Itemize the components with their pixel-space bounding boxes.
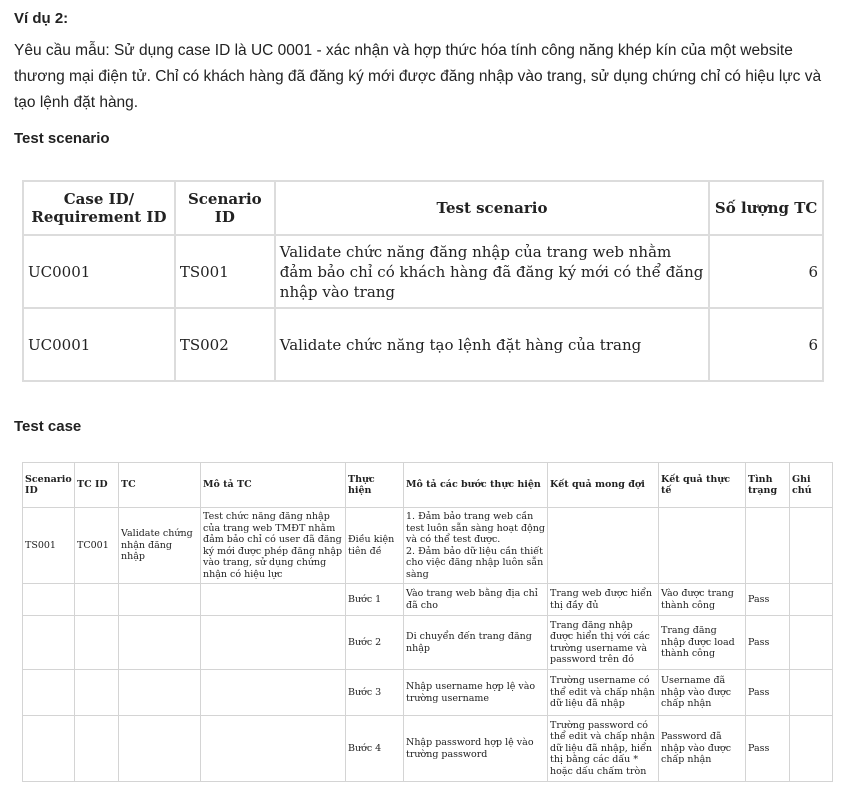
test-case-table: Scenario ID TC ID TC Mô tả TC Thực hiện … <box>22 462 833 782</box>
cell-notes <box>789 669 833 716</box>
table-row: TS001 TC001 Validate chứng nhận đăng nhập T… <box>22 507 833 584</box>
cell-tc-count: 6 <box>708 307 824 382</box>
cell-execution: Điều kiện tiên đề <box>345 507 404 584</box>
cell-scenario-id <box>22 583 75 616</box>
table-row: Bước 1 Vào trang web bằng địa chỉ đã cho T… <box>22 583 833 616</box>
col-step-description: Mô tả các bước thực hiện <box>403 462 548 508</box>
cell-expected-result: Trang đăng nhập được hiển thị với các tr… <box>547 615 659 670</box>
cell-scenario-id: TS001 <box>22 507 75 584</box>
cell-step-description: Vào trang web bằng địa chỉ đã cho <box>403 583 548 616</box>
cell-actual-result: Vào được trang thành công <box>658 583 746 616</box>
cell-tc <box>118 669 201 716</box>
col-status: Tình trạng <box>745 462 790 508</box>
cell-case-id: UC0001 <box>22 234 176 309</box>
col-actual-result: Kết quả thực tế <box>658 462 746 508</box>
col-tc: TC <box>118 462 201 508</box>
col-expected-result: Kết quả mong đợi <box>547 462 659 508</box>
example-heading: Ví dụ 2: <box>14 10 69 27</box>
table-row: Bước 3 Nhập username hợp lệ vào trường us… <box>22 669 833 716</box>
cell-execution: Bước 3 <box>345 669 404 716</box>
intro-paragraph: Yêu cầu mẫu: Sử dụng case ID là UC 0001 … <box>14 42 822 111</box>
cell-actual-result: Password đã nhập vào được chấp nhận <box>658 715 746 782</box>
cell-scenario-id <box>22 715 75 782</box>
cell-notes <box>789 583 833 616</box>
cell-tc-count: 6 <box>708 234 824 309</box>
cell-tc-id <box>74 583 119 616</box>
cell-execution: Bước 4 <box>345 715 404 782</box>
test-case-header: Scenario ID TC ID TC Mô tả TC Thực hiện … <box>22 462 833 508</box>
cell-notes <box>789 507 833 584</box>
col-case-id: Case ID/ Requirement ID <box>22 180 176 236</box>
cell-actual-result: Username đã nhập vào được chấp nhận <box>658 669 746 716</box>
cell-tc <box>118 615 201 670</box>
scenario-table: Case ID/ Requirement ID Scenario ID Test… <box>22 180 824 382</box>
col-execution: Thực hiện <box>345 462 404 508</box>
scenario-table-header: Case ID/ Requirement ID Scenario ID Test… <box>22 180 824 236</box>
cell-scenario-id: TS002 <box>173 307 276 382</box>
cell-tc <box>118 715 201 782</box>
cell-expected-result <box>547 507 659 584</box>
cell-status: Pass <box>745 669 790 716</box>
cell-status <box>745 507 790 584</box>
col-scenario-id: Scenario ID <box>22 462 75 508</box>
cell-step-description: Nhập password hợp lệ vào trường password <box>403 715 548 782</box>
cell-step-description: Di chuyển đến trang đăng nhập <box>403 615 548 670</box>
table-row: UC0001 TS002 Validate chức năng tạo lệnh… <box>22 307 824 382</box>
col-tc-id: TC ID <box>74 462 119 508</box>
col-tc-count: Số lượng TC <box>708 180 824 236</box>
cell-test-scenario: Validate chức năng đăng nhập của trang w… <box>273 234 711 309</box>
cell-tc <box>118 583 201 616</box>
cell-status: Pass <box>745 615 790 670</box>
cell-status: Pass <box>745 715 790 782</box>
table-row: Bước 2 Di chuyển đến trang đăng nhập Trang… <box>22 615 833 670</box>
cell-execution: Bước 1 <box>345 583 404 616</box>
cell-scenario-id: TS001 <box>173 234 276 309</box>
cell-step-description: 1. Đảm bảo trang web cần test luôn sẵn s… <box>403 507 548 584</box>
cell-tc-id <box>74 669 119 716</box>
cell-tc-id: TC001 <box>74 507 119 584</box>
cell-scenario-id <box>22 669 75 716</box>
cell-expected-result: Trường username có thể edit và chấp nhận… <box>547 669 659 716</box>
cell-tc-description <box>200 583 346 616</box>
col-scenario-id: Scenario ID <box>173 180 276 236</box>
cell-notes <box>789 715 833 782</box>
cell-actual-result <box>658 507 746 584</box>
scenario-heading: Test scenario <box>14 130 110 147</box>
cell-tc: Validate chứng nhận đăng nhập <box>118 507 201 584</box>
col-tc-description: Mô tả TC <box>200 462 346 508</box>
cell-test-scenario: Validate chức năng tạo lệnh đặt hàng của… <box>273 307 711 382</box>
cell-status: Pass <box>745 583 790 616</box>
cell-tc-description <box>200 615 346 670</box>
table-row: UC0001 TS001 Validate chức năng đăng nhậ… <box>22 234 824 309</box>
cell-tc-id <box>74 615 119 670</box>
cell-tc-description: Test chức năng đăng nhập của trang web T… <box>200 507 346 584</box>
col-notes: Ghi chú <box>789 462 833 508</box>
cell-tc-description <box>200 715 346 782</box>
cell-scenario-id <box>22 615 75 670</box>
table-row: Bước 4 Nhập password hợp lệ vào trường pa… <box>22 715 833 782</box>
cell-actual-result: Trang đăng nhập được load thành công <box>658 615 746 670</box>
cell-tc-description <box>200 669 346 716</box>
cell-step-description: Nhập username hợp lệ vào trường username <box>403 669 548 716</box>
cell-case-id: UC0001 <box>22 307 176 382</box>
cell-expected-result: Trang web được hiển thị đầy đủ <box>547 583 659 616</box>
cell-notes <box>789 615 833 670</box>
test-case-heading: Test case <box>14 418 82 435</box>
cell-expected-result: Trường password có thể edit và chấp nhận… <box>547 715 659 782</box>
cell-execution: Bước 2 <box>345 615 404 670</box>
cell-tc-id <box>74 715 119 782</box>
col-test-scenario: Test scenario <box>273 180 711 236</box>
